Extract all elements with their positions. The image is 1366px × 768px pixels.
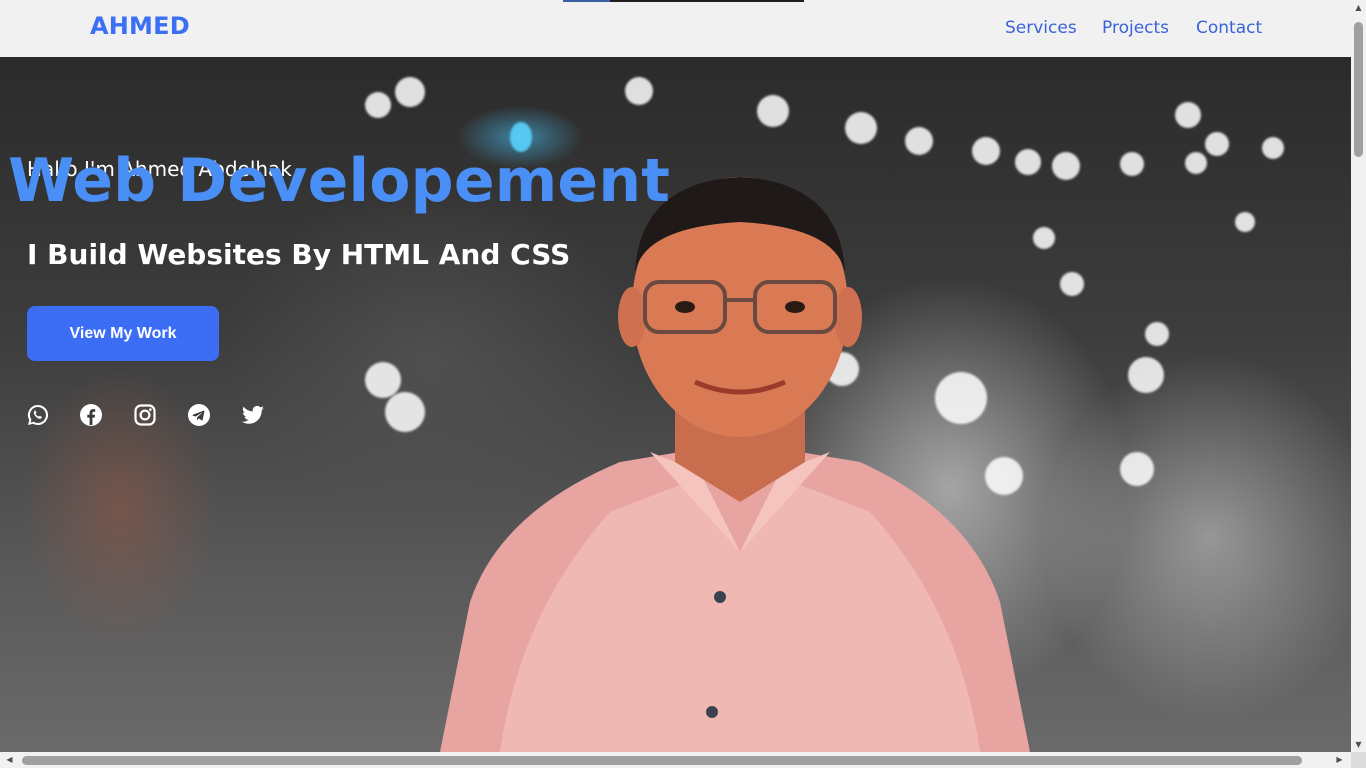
bokeh-light — [1128, 357, 1164, 393]
bokeh-light — [1235, 212, 1255, 232]
telegram-icon[interactable] — [187, 403, 211, 427]
bokeh-light — [1185, 152, 1207, 174]
bokeh-light — [1205, 132, 1229, 156]
vertical-scrollbar[interactable]: ▲ ▼ — [1351, 0, 1366, 752]
twitter-icon[interactable] — [241, 403, 265, 427]
scroll-progress-bar — [563, 0, 804, 2]
bokeh-light — [757, 95, 789, 127]
bokeh-light — [1052, 152, 1080, 180]
bokeh-light — [385, 392, 425, 432]
bokeh-light — [365, 362, 401, 398]
portrait-photo — [440, 177, 1030, 752]
hero-headline: Web Developement — [8, 146, 671, 216]
scroll-right-arrow-icon[interactable]: ▶ — [1332, 752, 1347, 768]
vertical-scrollbar-thumb[interactable] — [1354, 22, 1363, 157]
bokeh-light — [625, 77, 653, 105]
instagram-icon[interactable] — [133, 403, 157, 427]
horizontal-scrollbar-thumb[interactable] — [22, 756, 1302, 765]
scroll-up-arrow-icon[interactable]: ▲ — [1351, 0, 1366, 15]
bokeh-light — [365, 92, 391, 118]
bokeh-light — [1120, 452, 1154, 486]
hero-subheadline: I Build Websites By HTML And CSS — [27, 238, 571, 271]
scroll-down-arrow-icon[interactable]: ▼ — [1351, 737, 1366, 752]
top-navbar: AHMED Services Projects Contact — [0, 0, 1351, 57]
bokeh-light — [1060, 272, 1084, 296]
scroll-progress-fill — [563, 0, 610, 2]
scroll-left-arrow-icon[interactable]: ◀ — [2, 752, 17, 768]
nav-link-contact[interactable]: Contact — [1196, 18, 1262, 38]
facebook-icon[interactable] — [79, 403, 103, 427]
scrollbar-corner — [1351, 752, 1366, 768]
whatsapp-icon[interactable] — [26, 403, 50, 427]
bokeh-light — [1175, 102, 1201, 128]
bokeh-light — [395, 77, 425, 107]
bokeh-light — [1262, 137, 1284, 159]
bokeh-light — [1120, 152, 1144, 176]
bokeh-light — [1145, 322, 1169, 346]
view-my-work-button[interactable]: View My Work — [27, 306, 219, 361]
nav-link-services[interactable]: Services — [1005, 18, 1077, 38]
horizontal-scrollbar[interactable]: ◀ ▶ — [0, 752, 1351, 768]
nav-link-projects[interactable]: Projects — [1102, 18, 1169, 38]
brand-logo[interactable]: AHMED — [90, 12, 190, 40]
